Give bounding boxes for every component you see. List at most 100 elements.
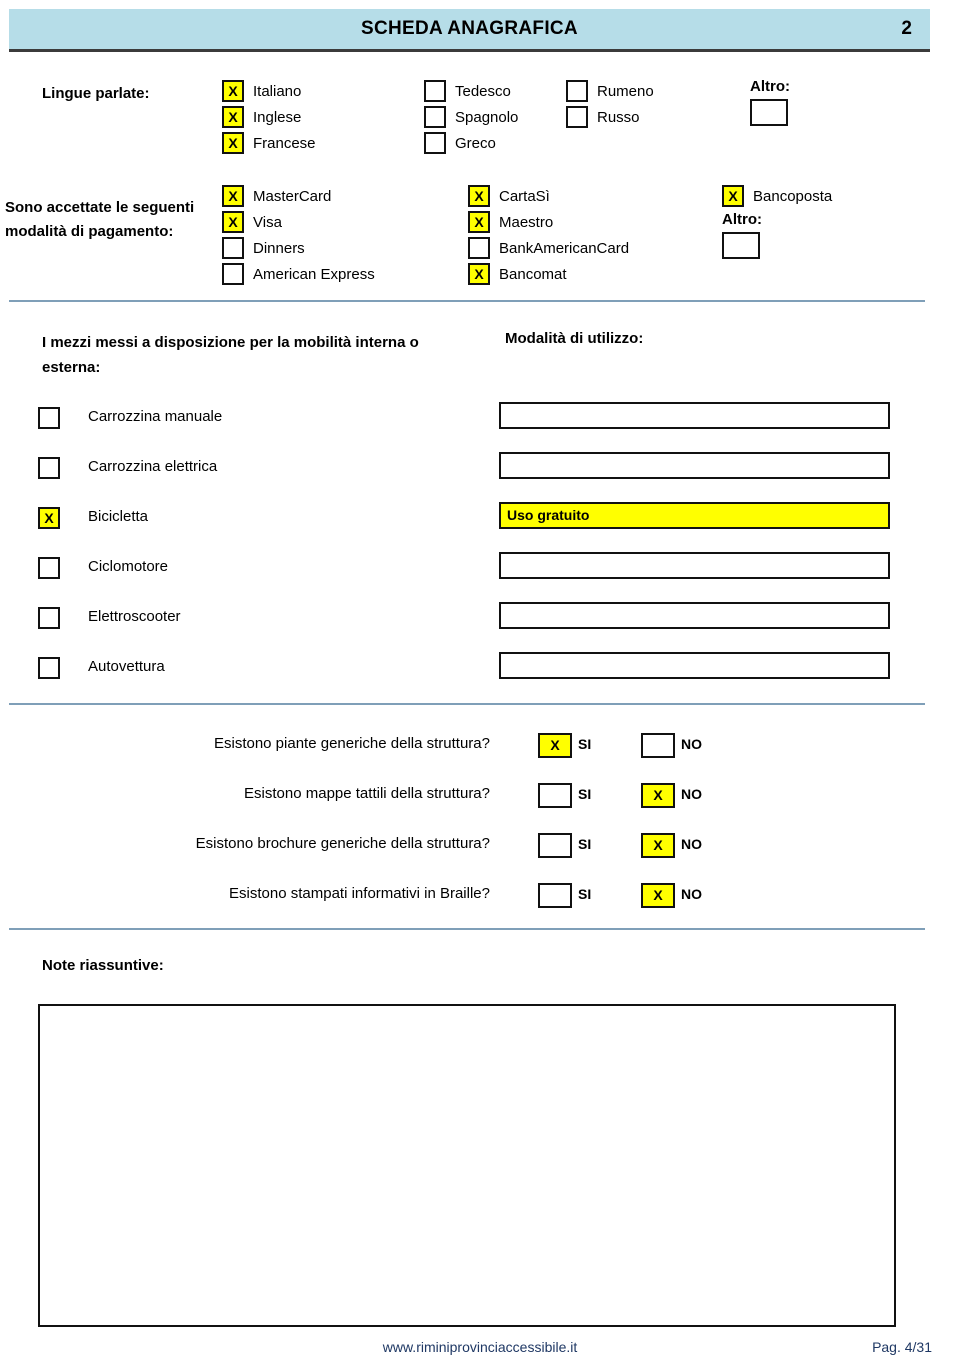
checkbox-elettroscooter[interactable] <box>38 607 60 629</box>
usage-field-elettroscooter[interactable] <box>499 602 890 629</box>
checkbox-bankamericancard[interactable] <box>468 237 490 259</box>
payment-label-bancomat: Bancomat <box>499 265 567 283</box>
payment-option[interactable]: X Maestro <box>468 209 629 235</box>
checkbox-bancoposta[interactable]: X <box>722 185 744 207</box>
payment-label-dinners: Dinners <box>253 239 305 257</box>
payments-column-1: X MasterCard X Visa Dinners American Exp… <box>222 183 375 287</box>
payments-altro-field[interactable] <box>722 232 760 259</box>
question-text-braille: Esistono stampati informativi in Braille… <box>229 885 490 902</box>
usage-field-bicicletta[interactable]: Uso gratuito <box>499 502 890 529</box>
question-yes-label: SI <box>578 786 592 802</box>
mobility-label-autovettura: Autovettura <box>88 658 165 675</box>
checkbox-brochure-si[interactable] <box>538 833 572 858</box>
payment-option[interactable]: X CartaSì <box>468 183 629 209</box>
checkbox-maestro[interactable]: X <box>468 211 490 233</box>
checkbox-bancomat[interactable]: X <box>468 263 490 285</box>
payments-label: Sono accettate le seguenti modalità di p… <box>5 199 195 240</box>
payment-label-bankamericancard: BankAmericanCard <box>499 239 630 257</box>
question-no-label: NO <box>681 886 702 902</box>
mobility-row: X Bicicletta Uso gratuito <box>0 502 960 552</box>
language-option[interactable]: Rumeno <box>566 78 654 104</box>
checkbox-bicicletta[interactable]: X <box>38 507 60 529</box>
checkbox-italiano[interactable]: X <box>222 80 244 102</box>
usage-field-ciclomotore[interactable] <box>499 552 890 579</box>
question-yes-label: SI <box>578 886 592 902</box>
languages-column-2: Tedesco Spagnolo Greco <box>424 78 518 156</box>
checkbox-visa[interactable]: X <box>222 211 244 233</box>
checkbox-ciclomotore[interactable] <box>38 557 60 579</box>
footer-website-url[interactable]: www.riminiprovinciaccessibile.it <box>0 1339 960 1355</box>
footer-page-indicator: Pag. 4/31 <box>872 1339 932 1355</box>
payment-option[interactable]: X Bancoposta <box>722 183 832 209</box>
language-option[interactable]: X Francese <box>222 130 316 156</box>
notes-label: Note riassuntive: <box>42 957 164 974</box>
question-text-brochure: Esistono brochure generiche della strutt… <box>195 835 490 852</box>
checkbox-american-express[interactable] <box>222 263 244 285</box>
payment-option[interactable]: X MasterCard <box>222 183 375 209</box>
payment-option[interactable]: Dinners <box>222 235 375 261</box>
mobility-label-bicicletta: Bicicletta <box>88 508 149 525</box>
mobility-label-elettroscooter: Elettroscooter <box>88 608 181 625</box>
header-page-number: 2 <box>901 18 912 39</box>
payment-label-american-express: American Express <box>253 265 375 283</box>
mobility-row: Elettroscooter <box>0 602 960 652</box>
checkbox-carrozzina-elettrica[interactable] <box>38 457 60 479</box>
checkbox-mappe-tattili-no[interactable]: X <box>641 783 675 808</box>
checkbox-francese[interactable]: X <box>222 132 244 154</box>
question-row: Esistono piante generiche della struttur… <box>0 730 960 780</box>
mobility-heading: I mezzi messi a disposizione per la mobi… <box>42 334 419 376</box>
checkbox-autovettura[interactable] <box>38 657 60 679</box>
payment-option[interactable]: American Express <box>222 261 375 287</box>
question-no-label: NO <box>681 786 702 802</box>
section-divider-1 <box>9 300 925 302</box>
question-yes-label: SI <box>578 836 592 852</box>
checkbox-brochure-no[interactable]: X <box>641 833 675 858</box>
language-option[interactable]: X Inglese <box>222 104 316 130</box>
payment-option[interactable]: X Bancomat <box>468 261 629 287</box>
mobility-usage-heading: Modalità di utilizzo: <box>505 330 644 347</box>
checkbox-spagnolo[interactable] <box>424 106 446 128</box>
checkbox-inglese[interactable]: X <box>222 106 244 128</box>
header-divider <box>9 49 930 52</box>
languages-altro-label: Altro: <box>750 78 790 95</box>
languages-altro-field[interactable] <box>750 99 788 126</box>
mobility-row: Autovettura <box>0 652 960 702</box>
notes-textarea[interactable] <box>38 1004 896 1327</box>
languages-altro-block: Altro: <box>750 78 790 126</box>
section-divider-3 <box>9 928 925 930</box>
checkbox-tedesco[interactable] <box>424 80 446 102</box>
section-divider-2 <box>9 703 925 705</box>
checkbox-carrozzina-manuale[interactable] <box>38 407 60 429</box>
payment-label-bancoposta: Bancoposta <box>753 187 833 205</box>
checkbox-mastercard[interactable]: X <box>222 185 244 207</box>
checkbox-dinners[interactable] <box>222 237 244 259</box>
checkbox-piante-si[interactable]: X <box>538 733 572 758</box>
checkbox-russo[interactable] <box>566 106 588 128</box>
question-yes-label: SI <box>578 736 592 752</box>
language-label-tedesco: Tedesco <box>455 82 511 100</box>
usage-field-carrozzina-elettrica[interactable] <box>499 452 890 479</box>
language-label-greco: Greco <box>455 134 496 152</box>
checkbox-piante-no[interactable] <box>641 733 675 758</box>
question-no-label: NO <box>681 736 702 752</box>
mobility-label-carrozzina-manuale: Carrozzina manuale <box>88 408 223 425</box>
language-option[interactable]: Spagnolo <box>424 104 518 130</box>
usage-field-carrozzina-manuale[interactable] <box>499 402 890 429</box>
language-option[interactable]: Greco <box>424 130 518 156</box>
checkbox-greco[interactable] <box>424 132 446 154</box>
checkbox-mappe-tattili-si[interactable] <box>538 783 572 808</box>
usage-field-autovettura[interactable] <box>499 652 890 679</box>
checkbox-braille-si[interactable] <box>538 883 572 908</box>
payment-option[interactable]: BankAmericanCard <box>468 235 629 261</box>
language-option[interactable]: X Italiano <box>222 78 316 104</box>
checkbox-rumeno[interactable] <box>566 80 588 102</box>
question-text-piante: Esistono piante generiche della struttur… <box>213 735 490 752</box>
question-row: Esistono brochure generiche della strutt… <box>0 830 960 880</box>
payment-label-cartasi: CartaSì <box>499 187 550 205</box>
language-option[interactable]: Tedesco <box>424 78 518 104</box>
language-option[interactable]: Russo <box>566 104 654 130</box>
payment-option[interactable]: X Visa <box>222 209 375 235</box>
checkbox-braille-no[interactable]: X <box>641 883 675 908</box>
checkbox-cartasi[interactable]: X <box>468 185 490 207</box>
mobility-label-ciclomotore: Ciclomotore <box>88 558 169 575</box>
